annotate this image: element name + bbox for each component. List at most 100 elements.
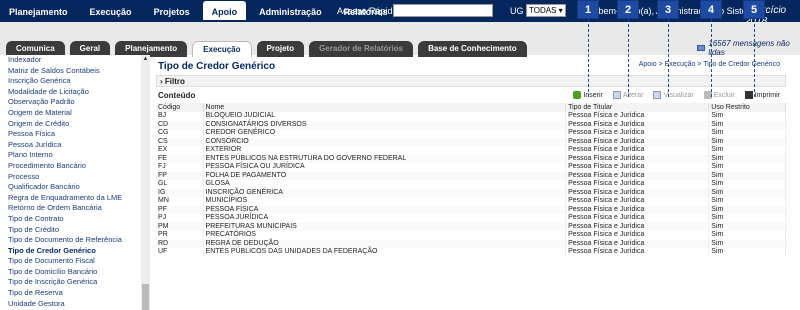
action-label: Excluir	[713, 91, 735, 99]
sidebar-item[interactable]: Tipo de Crédito	[6, 225, 149, 236]
table-row[interactable]: PR PRECATÓRIOS Pessoa Física e Jurídica Sim	[156, 231, 786, 240]
table-cell: CONSIGNATÁRIOS DIVERSOS	[203, 120, 567, 129]
quick-access-label: Acesso Rápido	[337, 6, 398, 16]
table-row[interactable]: FJ PESSOA FÍSICA OU JURÍDICA Pessoa Física…	[156, 163, 786, 172]
sidebar-item[interactable]: Tipo de Documento Fiscal	[6, 256, 149, 267]
ug-select[interactable]: TODAS ▾	[526, 4, 566, 17]
sidebar-item[interactable]: Modalidade de Licitação	[6, 87, 149, 98]
table-cell: MUNICÍPIOS	[203, 197, 567, 206]
table-row[interactable]: CS CONSÓRCIO Pessoa Física e Jurídica Sim	[156, 137, 786, 146]
sidebar-item[interactable]: Procedimento Bancário	[6, 161, 149, 172]
table-cell: REGRA DE DEDUÇÃO	[203, 239, 567, 248]
column-header[interactable]: Nome	[203, 103, 567, 112]
sidebar-scroll-thumb[interactable]	[142, 284, 149, 310]
quick-access-input[interactable]	[393, 4, 493, 17]
table-row[interactable]: IG INSCRIÇÃO GENÉRICA Pessoa Física e Jurí…	[156, 188, 786, 197]
table-header-row: Código Nome Tipo de Titular Uso Restrito	[156, 103, 786, 112]
sidebar-item[interactable]: Tipo de Domicílio Bancário	[6, 267, 149, 278]
content-toolbar: Conteúdo Inserir Alterar Visualizar Excluir…	[156, 89, 786, 101]
action-label: Imprimir	[754, 91, 780, 99]
table-row[interactable]: CD CONSIGNATÁRIOS DIVERSOS Pessoa Física e…	[156, 120, 786, 129]
sidebar-item[interactable]: Qualificador Bancário	[6, 182, 149, 193]
annotation-pointer	[588, 19, 589, 97]
sidebar-item[interactable]: Origem de Crédito	[6, 119, 149, 130]
column-header[interactable]: Tipo de Titular	[565, 103, 710, 112]
table-cell: Pessoa Física e Jurídica	[565, 231, 710, 240]
sidebar-item[interactable]: Observação Padrão	[6, 97, 149, 108]
menu-item-1[interactable]: Execução	[81, 4, 141, 20]
table-cell: Pessoa Física e Jurídica	[565, 137, 710, 146]
table-cell: PREFEITURAS MUNICIPAIS	[203, 222, 567, 231]
menu-item-2[interactable]: Projetos	[145, 4, 199, 20]
table-row[interactable]: PF PESSOA FÍSICA Pessoa Física e Jurídica S…	[156, 205, 786, 214]
action-3-button[interactable]: Excluir	[703, 91, 735, 99]
sidebar-item[interactable]: Origem de Material	[6, 108, 149, 119]
table-row[interactable]: GL GLOSA Pessoa Física e Jurídica Sim	[156, 180, 786, 189]
table-row[interactable]: PJ PESSOA JURÍDICA Pessoa Física e Jurídic…	[156, 214, 786, 223]
table-cell: PESSOA FÍSICA OU JURÍDICA	[203, 163, 567, 172]
column-header[interactable]: Uso Restrito	[708, 103, 786, 112]
annotation-badge: 4	[700, 0, 722, 19]
annotation-pointer	[754, 19, 755, 97]
edit-icon	[612, 91, 621, 99]
table-row[interactable]: FE ENTES PÚBLICOS NA ESTRUTURA DO GOVERNO…	[156, 154, 786, 163]
menu-item-4[interactable]: Administração	[250, 4, 331, 20]
table-row[interactable]: RD REGRA DE DEDUÇÃO Pessoa Física e Jurídi…	[156, 239, 786, 248]
sidebar-item[interactable]: Tipo de Credor Genérico	[6, 246, 149, 257]
column-header[interactable]: Código	[156, 103, 204, 112]
sidebar-item[interactable]: Tipo de Reserva	[6, 288, 149, 299]
breadcrumb[interactable]: Apoio > Execução > Tipo de Credor Genéri…	[639, 61, 780, 68]
sidebar-item[interactable]: Inscrição Genérica	[6, 76, 149, 87]
annotation-badge: 1	[577, 0, 599, 19]
table-row[interactable]: UF ENTES PÚBLICOS DAS UNIDADES DA FEDERAÇ…	[156, 248, 786, 257]
table-cell: Pessoa Física e Jurídica	[565, 163, 710, 172]
sidebar-item[interactable]: Pessoa Jurídica	[6, 140, 149, 151]
sidebar-item[interactable]: Plano Interno	[6, 150, 149, 161]
sidebar-item[interactable]: Tipo de Documento de Referência	[6, 235, 149, 246]
filter-toggle[interactable]: › Filtro	[156, 75, 786, 87]
table-row[interactable]: BJ BLOQUEIO JUDICIAL Pessoa Física e Juríd…	[156, 112, 786, 121]
scroll-up-icon[interactable]: ▲	[142, 56, 149, 62]
action-label: Inserir	[583, 91, 603, 99]
annotation-pointer	[668, 19, 669, 97]
table-cell: Pessoa Física e Jurídica	[565, 188, 710, 197]
sidebar-item[interactable]: Pessoa Física	[6, 129, 149, 140]
sidebar-item[interactable]: Indexador	[6, 55, 149, 66]
sidebar-item[interactable]: Matriz de Saldos Contábeis	[6, 66, 149, 77]
table-cell: MN	[156, 197, 204, 206]
table-cell: Pessoa Física e Jurídica	[565, 239, 710, 248]
table-cell: INSCRIÇÃO GENÉRICA	[203, 188, 567, 197]
table-row[interactable]: CG CREDOR GENÉRICO Pessoa Física e Jurídic…	[156, 129, 786, 138]
sub-menu-bar: Comunica Geral Planejamento Execução Projeto…	[0, 22, 800, 57]
sidebar-item[interactable]: Tipo de Contrato	[6, 214, 149, 225]
action-label: Alterar	[622, 91, 644, 99]
table-cell: Sim	[708, 231, 786, 240]
sidebar-scrollbar[interactable]	[141, 55, 150, 310]
table-body: BJ BLOQUEIO JUDICIAL Pessoa Física e Juríd…	[156, 112, 786, 257]
table-row[interactable]: MN MUNICÍPIOS Pessoa Física e Jurídica Sim	[156, 197, 786, 206]
table-cell: Pessoa Física e Jurídica	[565, 120, 710, 129]
action-4-button[interactable]: Imprimir	[744, 91, 780, 99]
table-cell: Pessoa Física e Jurídica	[565, 171, 710, 180]
annotation-pointer	[628, 19, 629, 97]
action-2-button[interactable]: Visualizar	[653, 91, 694, 99]
table-row[interactable]: EX EXTERIOR Pessoa Física e Jurídica Sim	[156, 146, 786, 155]
table-row[interactable]: FP FOLHA DE PAGAMENTO Pessoa Física e Jurí…	[156, 171, 786, 180]
table-cell: EX	[156, 146, 204, 155]
annotation-badge: 3	[657, 0, 679, 19]
sidebar-item[interactable]: Tipo de Inscrição Genérica	[6, 277, 149, 288]
sidebar-item[interactable]: Processo	[6, 172, 149, 183]
table-row[interactable]: PM PREFEITURAS MUNICIPAIS Pessoa Física e …	[156, 222, 786, 231]
table-cell: PESSOA JURÍDICA	[203, 214, 567, 223]
table-cell: PM	[156, 222, 204, 231]
menu-item-3[interactable]: Apoio	[202, 1, 247, 20]
table-cell: Sim	[708, 129, 786, 138]
table-cell: BLOQUEIO JUDICIAL	[203, 112, 567, 121]
sidebar-item[interactable]: Retorno de Ordem Bancária	[6, 203, 149, 214]
table-cell: CD	[156, 120, 204, 129]
menu-item-0[interactable]: Planejamento	[0, 4, 77, 20]
sidebar-item[interactable]: Regra de Enquadramento da LME	[6, 193, 149, 204]
table-cell: CS	[156, 137, 204, 146]
sidebar-item[interactable]: Unidade Gestora	[6, 299, 149, 310]
table-cell: Pessoa Física e Jurídica	[565, 222, 710, 231]
